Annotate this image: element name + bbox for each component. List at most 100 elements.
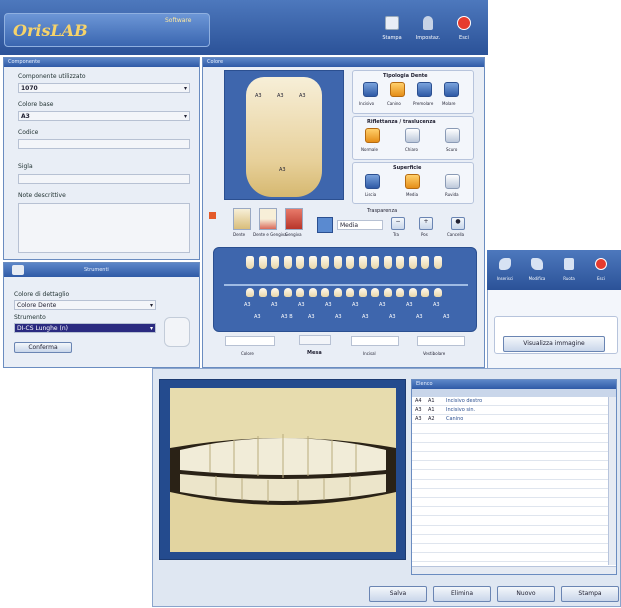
- upper-tooth[interactable]: [246, 256, 254, 269]
- confirm-button[interactable]: Conferma: [14, 342, 72, 353]
- edit-button[interactable]: Modifica: [523, 254, 551, 286]
- tooth-type-option[interactable]: [363, 82, 378, 97]
- list-scrollbar[interactable]: [608, 397, 616, 565]
- instrument-select[interactable]: DI-CS Lunghe (n) ▾: [14, 323, 156, 333]
- list-row[interactable]: [412, 452, 608, 462]
- lower-tooth[interactable]: [308, 288, 317, 297]
- reflectance-option[interactable]: [365, 128, 380, 143]
- upper-tooth[interactable]: [421, 256, 429, 269]
- detail-color-select[interactable]: Colore Dente ▾: [14, 300, 156, 310]
- upper-tooth[interactable]: [371, 256, 379, 269]
- list-row[interactable]: A4 A1 Incisivo destro: [412, 397, 608, 406]
- list-row[interactable]: [412, 471, 608, 480]
- color-field-label: Colore: [241, 351, 254, 356]
- rotate-button[interactable]: Ruota: [555, 254, 583, 286]
- surface-option[interactable]: [445, 174, 460, 189]
- list-row[interactable]: [412, 461, 608, 471]
- list-row[interactable]: [412, 443, 608, 452]
- lower-tooth[interactable]: [333, 288, 342, 297]
- save-button[interactable]: Salva: [369, 586, 427, 602]
- list-row[interactable]: A3 A2 Canino: [412, 415, 608, 425]
- mesa-field[interactable]: [299, 335, 331, 345]
- reflectance-option[interactable]: [445, 128, 460, 143]
- surface-option[interactable]: [405, 174, 420, 189]
- color-field[interactable]: [225, 336, 275, 346]
- new-button[interactable]: Nuovo: [497, 586, 555, 602]
- mode-color-swatch[interactable]: [209, 212, 216, 219]
- upper-tooth[interactable]: [333, 256, 342, 269]
- component-select[interactable]: 1070 ▾: [18, 83, 190, 93]
- list-row[interactable]: [412, 535, 608, 544]
- surface-option[interactable]: [365, 174, 380, 189]
- lower-tooth[interactable]: [321, 288, 329, 297]
- insert-button[interactable]: Inserisci: [491, 254, 519, 286]
- mode-option-tooth[interactable]: [233, 208, 251, 230]
- upper-tooth[interactable]: [283, 256, 292, 269]
- list-row[interactable]: [412, 498, 608, 508]
- transparency-select[interactable]: Media: [337, 220, 383, 230]
- delete-button[interactable]: Elimina: [433, 586, 491, 602]
- list-row[interactable]: [412, 489, 608, 498]
- notes-textarea[interactable]: [18, 203, 190, 253]
- lower-tooth[interactable]: [383, 288, 392, 297]
- lower-tooth[interactable]: [246, 288, 254, 297]
- list-row[interactable]: [412, 507, 608, 517]
- lower-tooth[interactable]: [371, 288, 379, 297]
- print-button[interactable]: Stampa: [375, 13, 409, 47]
- tooth-preview: A3 A3 A3 A3: [224, 70, 344, 200]
- upper-tooth[interactable]: [383, 256, 392, 269]
- list-hscrollbar[interactable]: [412, 566, 616, 574]
- upper-tooth[interactable]: [396, 256, 404, 269]
- lower-tooth[interactable]: [358, 288, 367, 297]
- lower-tooth[interactable]: [271, 288, 279, 297]
- tooth-type-option[interactable]: [444, 82, 459, 97]
- upper-tooth[interactable]: [346, 256, 354, 269]
- upper-tooth[interactable]: [258, 256, 267, 269]
- upper-tooth[interactable]: [271, 256, 279, 269]
- option-label: Scuro: [446, 147, 458, 152]
- list-row[interactable]: [412, 434, 608, 443]
- exit-button[interactable]: Esci: [447, 13, 481, 47]
- visualize-image-button[interactable]: Visualizza immagine: [503, 336, 605, 352]
- list-row[interactable]: [412, 517, 608, 526]
- upper-tooth[interactable]: [358, 256, 367, 269]
- tra-button[interactable]: −: [391, 217, 405, 230]
- lower-tooth[interactable]: [346, 288, 354, 297]
- lower-tooth[interactable]: [433, 288, 442, 297]
- vestibular-field[interactable]: [417, 336, 465, 346]
- upper-tooth[interactable]: [433, 256, 442, 269]
- cancel-button[interactable]: ●: [451, 217, 465, 230]
- tooth-type-option[interactable]: [417, 82, 432, 97]
- upper-tooth[interactable]: [408, 256, 417, 269]
- print-record-button[interactable]: Stampa: [561, 586, 619, 602]
- lower-tooth[interactable]: [258, 288, 267, 297]
- settings-button[interactable]: Impostaz.: [411, 13, 445, 47]
- incisal-field[interactable]: [351, 336, 399, 346]
- upper-tooth[interactable]: [296, 256, 304, 269]
- transparency-swatch[interactable]: [317, 217, 333, 233]
- reflectance-option[interactable]: [405, 128, 420, 143]
- exit2-button[interactable]: Esci: [587, 254, 615, 286]
- upper-tooth[interactable]: [321, 256, 329, 269]
- list-row[interactable]: [412, 480, 608, 489]
- color-select[interactable]: A3 ▾: [18, 111, 190, 121]
- pos-button[interactable]: +: [419, 217, 433, 230]
- lower-tooth[interactable]: [283, 288, 292, 297]
- code-field[interactable]: [18, 139, 190, 149]
- lower-tooth[interactable]: [421, 288, 429, 297]
- lower-tooth[interactable]: [408, 288, 417, 297]
- list-row[interactable]: [412, 425, 608, 434]
- main-toolbar: Stampa Impostaz. Esci: [375, 13, 483, 47]
- list-cell: A3: [415, 416, 422, 423]
- list-row[interactable]: [412, 553, 608, 563]
- mode-option-tooth-gum[interactable]: [259, 208, 277, 230]
- list-row[interactable]: [412, 526, 608, 535]
- upper-tooth[interactable]: [308, 256, 317, 269]
- list-row[interactable]: A3 A1 Incisivo sin.: [412, 406, 608, 416]
- list-row[interactable]: [412, 544, 608, 554]
- mode-option-gum[interactable]: [285, 208, 303, 230]
- sigla-field[interactable]: [18, 174, 190, 184]
- lower-tooth[interactable]: [396, 288, 404, 297]
- tooth-type-option[interactable]: [390, 82, 405, 97]
- lower-tooth[interactable]: [296, 288, 304, 297]
